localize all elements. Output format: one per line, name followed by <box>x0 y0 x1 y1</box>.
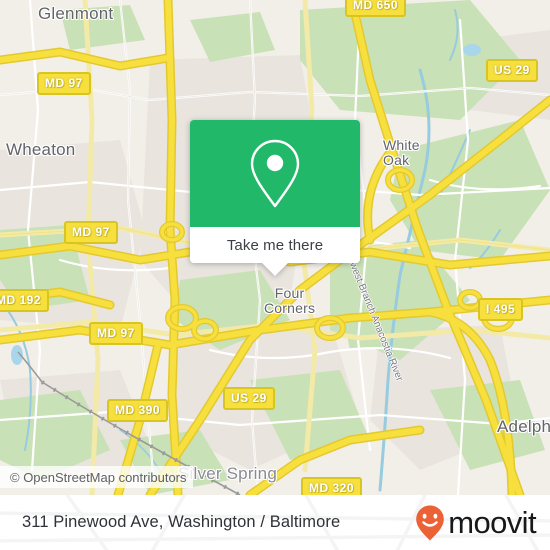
moovit-map-share-card: Glenmont Wheaton White Oak Four Corners … <box>0 0 550 550</box>
osm-attribution-text: © OpenStreetMap contributors <box>10 469 187 485</box>
take-me-there-label: Take me there <box>226 236 324 254</box>
map-pin-icon <box>250 139 300 207</box>
route-shield-md-320: MD 320 <box>301 477 363 495</box>
moovit-wordmark: moovit <box>448 505 536 540</box>
route-shield-us-29-north: US 29 <box>486 59 538 82</box>
callout-pointer <box>262 263 288 276</box>
location-title: 311 Pinewood Ave, Washington / Baltimore <box>22 513 341 531</box>
route-shield-md-390: MD 390 <box>107 399 169 422</box>
callout-body: Take me there <box>190 120 360 263</box>
route-shield-md-650: MD 650 <box>345 0 407 17</box>
moovit-smiley-pin-icon <box>416 505 445 540</box>
route-shield-md-97-north: MD 97 <box>37 72 91 95</box>
route-shield-us-29-south: US 29 <box>223 387 275 410</box>
callout-marker-panel <box>190 120 360 227</box>
moovit-brand-logo[interactable]: moovit <box>414 504 537 542</box>
route-shield-md-192: MD 192 <box>0 289 50 312</box>
callout-action-panel[interactable]: Take me there <box>190 227 360 263</box>
osm-attribution[interactable]: © OpenStreetMap contributors <box>0 466 193 488</box>
map-canvas[interactable]: Glenmont Wheaton White Oak Four Corners … <box>0 0 550 495</box>
footer-bar: 311 Pinewood Ave, Washington / Baltimore… <box>0 495 550 550</box>
destination-callout[interactable]: Take me there <box>190 120 360 276</box>
route-shield-md-97-south: MD 97 <box>89 322 143 345</box>
route-shield-md-97-mid: MD 97 <box>64 221 118 244</box>
route-shield-i-495: I 495 <box>478 298 524 321</box>
